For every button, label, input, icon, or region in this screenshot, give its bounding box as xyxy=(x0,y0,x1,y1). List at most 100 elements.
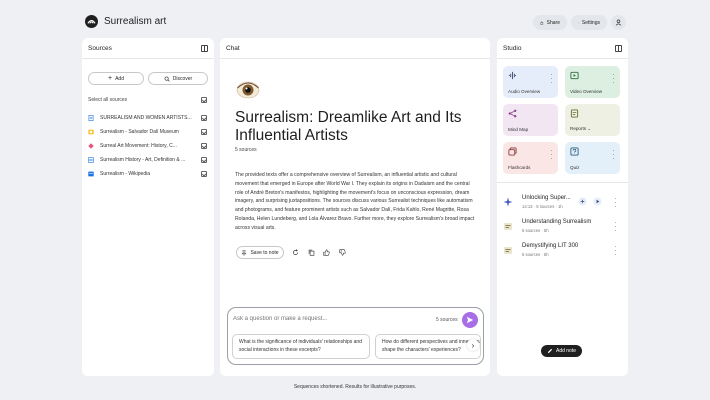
web-icon xyxy=(88,171,94,177)
thumbs-down-icon[interactable] xyxy=(339,249,346,256)
source-checkbox[interactable] xyxy=(201,157,207,163)
plus-icon: + xyxy=(108,75,113,82)
mindmap-icon xyxy=(508,109,517,118)
source-label: Surrealism History - Art, Definition & .… xyxy=(100,157,186,163)
more-icon[interactable]: · · · xyxy=(550,148,553,162)
tile-video-overview[interactable]: · · · Video Overview xyxy=(565,66,620,98)
source-checkbox[interactable] xyxy=(201,143,207,149)
source-item[interactable]: Surrealism - Wikipedia xyxy=(88,169,208,179)
source-checkbox[interactable] xyxy=(201,115,207,121)
send-icon xyxy=(466,316,474,324)
note-icon xyxy=(504,223,512,230)
note-icon xyxy=(504,247,512,254)
settings-button[interactable]: Settings xyxy=(571,15,607,30)
source-item[interactable]: Surrealism History - Art, Definition & .… xyxy=(88,155,208,165)
thumbs-up-icon[interactable] xyxy=(323,249,330,256)
source-item[interactable]: SURREALISM AND WOMEN ARTISTS... xyxy=(88,113,208,123)
sparkle-icon xyxy=(503,197,513,207)
more-icon[interactable]: · · · xyxy=(612,72,615,86)
note-item[interactable]: Unlocking Super... 14:13 · 5 sources · 1… xyxy=(503,195,623,213)
divider xyxy=(82,58,214,59)
source-item[interactable]: Surreal Art Movement: History, C... xyxy=(88,141,208,151)
tile-audio-overview[interactable]: · · · Audio Overview xyxy=(503,66,558,98)
note-title: Understanding Surrealism xyxy=(522,219,592,225)
tile-label: Audio Overview xyxy=(508,89,541,94)
save-note-label: Save to note xyxy=(250,249,279,256)
add-note-label: Add note xyxy=(555,348,577,354)
collapse-panel-icon[interactable] xyxy=(615,45,622,52)
reports-icon xyxy=(570,109,579,118)
tile-label: Quiz xyxy=(570,165,580,170)
pdf-icon xyxy=(88,115,94,121)
settings-label: Settings xyxy=(581,19,600,26)
web-icon xyxy=(88,157,94,163)
note-title: Unlocking Super... xyxy=(522,195,571,201)
note-meta: 5 sources · 5h xyxy=(522,252,549,257)
add-source-button[interactable]: + Add xyxy=(88,72,144,85)
copy-icon[interactable] xyxy=(308,249,315,256)
source-checkbox[interactable] xyxy=(201,129,207,135)
chat-summary: The provided texts offer a comprehensive… xyxy=(235,172,475,231)
more-icon[interactable]: · · · xyxy=(614,244,617,258)
select-all-label: Select all sources xyxy=(88,97,128,103)
share-label: Share xyxy=(546,19,560,26)
send-button[interactable] xyxy=(462,312,478,328)
divider xyxy=(497,182,628,183)
tile-reports[interactable]: Reports ⌄ xyxy=(565,104,620,136)
account-button[interactable] xyxy=(611,15,626,30)
logo-icon xyxy=(87,20,96,24)
tile-label-text: Reports xyxy=(570,126,587,131)
discover-button[interactable]: Discover xyxy=(148,72,208,85)
source-label: Surrealism - Wikipedia xyxy=(100,171,151,177)
app-title: Surrealism art xyxy=(104,16,167,27)
play-icon[interactable] xyxy=(593,197,602,206)
gear-icon xyxy=(578,22,579,23)
web-icon xyxy=(88,129,94,135)
tile-mind-map[interactable]: Mind Map xyxy=(503,104,558,136)
waveform-icon xyxy=(508,71,517,80)
chat-source-count: 5 sources xyxy=(235,147,257,153)
suggestion-chip[interactable]: What is the significance of individuals'… xyxy=(232,334,370,359)
collapse-panel-icon[interactable] xyxy=(201,45,208,52)
regenerate-icon[interactable] xyxy=(292,249,299,256)
video-icon xyxy=(570,71,579,80)
share-button[interactable]: Share xyxy=(533,15,567,30)
more-icon[interactable]: · · · xyxy=(550,72,553,86)
discover-label: Discover xyxy=(172,75,193,82)
chevron-down-icon: ⌄ xyxy=(587,126,592,131)
tile-label: Flashcards xyxy=(508,165,531,170)
suggestion-text: How do different perspectives and inner … xyxy=(382,339,481,353)
note-meta: 5 sources · 5h xyxy=(522,228,549,233)
composer-source-count: 5 sources xyxy=(436,317,458,323)
tile-quiz[interactable]: · · · Quiz xyxy=(565,142,620,174)
studio-header: Studio xyxy=(503,45,522,52)
source-item[interactable]: Surrealism - Salvador Dalí Museum xyxy=(88,127,208,137)
note-item[interactable]: Understanding Surrealism 5 sources · 5h … xyxy=(503,219,623,237)
more-icon[interactable]: · · · xyxy=(614,196,617,210)
quiz-icon xyxy=(570,147,579,156)
more-icon[interactable]: · · · xyxy=(612,148,615,162)
source-checkbox[interactable] xyxy=(201,171,207,177)
web-icon xyxy=(88,143,94,149)
lock-icon xyxy=(540,21,544,25)
source-label: SURREALISM AND WOMEN ARTISTS... xyxy=(100,115,192,121)
note-item[interactable]: Demystifying LIT 300 5 sources · 5h · · · xyxy=(503,243,623,261)
more-icon[interactable]: · · · xyxy=(614,220,617,234)
add-note-button[interactable]: Add note xyxy=(541,345,582,357)
person-icon xyxy=(615,19,622,26)
save-to-note-button[interactable]: Save to note xyxy=(236,246,284,259)
interactive-icon[interactable] xyxy=(578,197,587,206)
divider xyxy=(497,58,628,59)
chat-input[interactable] xyxy=(233,316,423,322)
suggestion-text: What is the significance of individuals'… xyxy=(239,339,362,353)
suggestion-chip[interactable]: How do different perspectives and inner … xyxy=(375,334,481,359)
tile-label: Video Overview xyxy=(570,89,603,94)
select-all-checkbox[interactable] xyxy=(201,97,207,103)
top-bar: Surrealism art Share Settings xyxy=(0,0,710,38)
flashcards-icon xyxy=(508,147,517,156)
tile-label: Reports ⌄ xyxy=(570,126,591,132)
chevron-right-icon[interactable]: › xyxy=(467,339,479,351)
tile-flashcards[interactable]: · · · Flashcards xyxy=(503,142,558,174)
divider xyxy=(220,58,490,59)
chat-header: Chat xyxy=(226,45,240,52)
